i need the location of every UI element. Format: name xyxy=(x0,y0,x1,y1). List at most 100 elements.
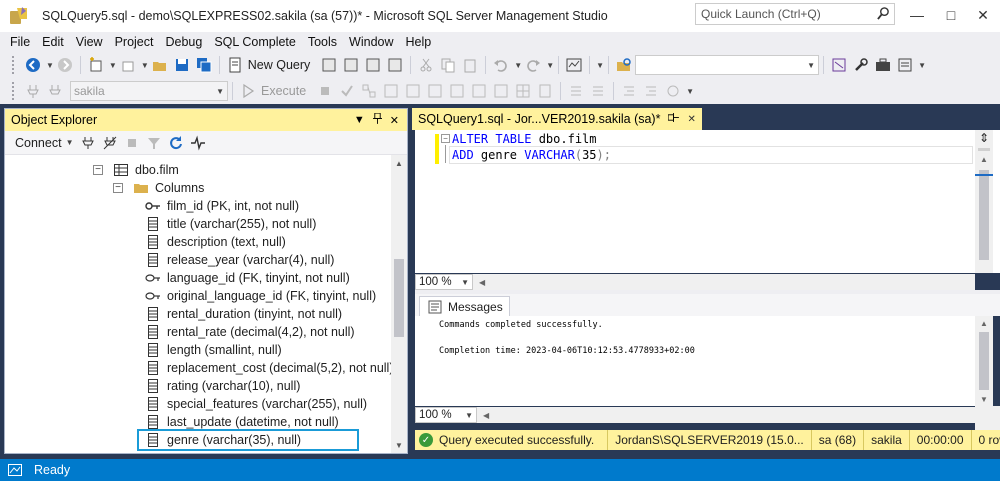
close-icon[interactable]: ✕ xyxy=(390,114,399,127)
messages-pane[interactable]: Commands completed successfully. Complet… xyxy=(415,316,975,406)
tree-node-column[interactable]: rating (varchar(10), null) xyxy=(145,377,300,395)
tree-node-table[interactable]: − dbo.film xyxy=(93,161,179,179)
tree-node-column[interactable]: film_id (PK, int, not null) xyxy=(145,197,299,215)
close-icon[interactable]: ✕ xyxy=(687,114,695,125)
disconnect-icon[interactable] xyxy=(101,134,119,152)
cut-icon[interactable] xyxy=(417,56,435,74)
back-icon[interactable] xyxy=(24,56,42,74)
decrease-indent-icon[interactable] xyxy=(620,82,638,100)
uncomment-icon[interactable] xyxy=(589,82,607,100)
find-in-files-icon[interactable] xyxy=(615,56,633,74)
query-options-icon[interactable] xyxy=(382,82,400,100)
menu-edit[interactable]: Edit xyxy=(36,35,70,49)
comment-out-icon[interactable] xyxy=(567,82,585,100)
results-zoom-combo[interactable]: 100 % ▼ xyxy=(415,407,477,423)
quick-launch-input[interactable]: Quick Launch (Ctrl+Q) xyxy=(695,3,895,25)
activity-monitor-icon[interactable] xyxy=(565,56,583,74)
tools-icon[interactable] xyxy=(852,56,870,74)
save-all-icon[interactable] xyxy=(195,56,213,74)
refresh-icon[interactable] xyxy=(167,134,185,152)
pin-icon[interactable] xyxy=(668,113,680,125)
menu-project[interactable]: Project xyxy=(109,35,160,49)
new-query-button[interactable]: New Query xyxy=(248,58,311,72)
menu-debug[interactable]: Debug xyxy=(159,35,208,49)
scroll-down-icon[interactable]: ▼ xyxy=(975,392,993,406)
forward-icon[interactable] xyxy=(56,56,74,74)
scroll-left-icon[interactable]: ◀ xyxy=(479,278,485,287)
split-window-icon[interactable]: ⇕ xyxy=(975,130,993,146)
fold-icon[interactable]: − xyxy=(441,134,450,143)
tree-node-column[interactable]: genre (varchar(35), null) xyxy=(137,429,359,451)
tab-messages[interactable]: Messages xyxy=(419,296,510,316)
scrollbar-thumb[interactable] xyxy=(979,170,989,260)
tree-node-column[interactable]: language_id (FK, tinyint, not null) xyxy=(145,269,350,287)
scroll-up-icon[interactable]: ▲ xyxy=(975,153,993,165)
new-project-icon[interactable] xyxy=(87,56,105,74)
execute-icon[interactable] xyxy=(239,82,257,100)
results-to-file-icon[interactable] xyxy=(536,82,554,100)
collapse-icon[interactable]: − xyxy=(113,183,123,193)
pin-icon[interactable] xyxy=(372,112,382,127)
back-dropdown-icon[interactable]: ▼ xyxy=(46,61,54,70)
toolbar-overflow-icon[interactable]: ▼ xyxy=(596,61,604,70)
xmla-query-icon[interactable] xyxy=(364,56,382,74)
connect-icon[interactable] xyxy=(24,82,42,100)
scroll-up-icon[interactable]: ▲ xyxy=(391,155,407,171)
new-project-dropdown-icon[interactable]: ▼ xyxy=(109,61,117,70)
add-item-icon[interactable] xyxy=(119,56,137,74)
connect-dropdown-icon[interactable]: ▼ xyxy=(66,138,74,147)
live-query-stats-icon[interactable] xyxy=(448,82,466,100)
customize-dropdown-icon[interactable]: ▼ xyxy=(918,61,926,70)
filter-icon[interactable] xyxy=(145,134,163,152)
splitter-handle[interactable] xyxy=(978,148,990,151)
editor-scrollbar[interactable]: ⇕ ▲ xyxy=(975,130,993,273)
tree-node-column[interactable]: description (text, null) xyxy=(145,233,286,251)
solution-configuration-combo[interactable]: ▼ xyxy=(635,55,820,75)
tree-node-columns-folder[interactable]: − Columns xyxy=(113,179,204,197)
scroll-left-icon[interactable]: ◀ xyxy=(483,411,489,420)
toolbar-grip[interactable] xyxy=(12,82,16,100)
change-connection-icon[interactable] xyxy=(46,82,64,100)
toolbar-grip[interactable] xyxy=(12,56,16,74)
increase-indent-icon[interactable] xyxy=(642,82,660,100)
dax-query-icon[interactable] xyxy=(386,56,404,74)
tree-node-column[interactable]: rental_duration (tinyint, not null) xyxy=(145,305,342,323)
toolbar2-overflow-icon[interactable]: ▼ xyxy=(686,87,694,96)
connect-plug-icon[interactable] xyxy=(79,134,97,152)
parse-icon[interactable] xyxy=(338,82,356,100)
tree-node-column[interactable]: title (varchar(255), not null) xyxy=(145,215,316,233)
menu-view[interactable]: View xyxy=(70,35,109,49)
tree-node-column[interactable]: length (smallint, null) xyxy=(145,341,282,359)
toolbox-icon[interactable] xyxy=(874,56,892,74)
menu-sql-complete[interactable]: SQL Complete xyxy=(208,35,302,49)
tree-node-column[interactable]: replacement_cost (decimal(5,2), not null… xyxy=(145,359,394,377)
messages-scrollbar[interactable]: ▲ ▼ xyxy=(975,316,993,406)
undo-icon[interactable] xyxy=(492,56,510,74)
display-estimated-plan-icon[interactable] xyxy=(360,82,378,100)
menu-window[interactable]: Window xyxy=(343,35,399,49)
database-selector[interactable]: sakila ▼ xyxy=(70,81,228,101)
new-query-icon[interactable] xyxy=(226,56,244,74)
scroll-down-icon[interactable]: ▼ xyxy=(391,437,407,453)
undo-dropdown-icon[interactable]: ▼ xyxy=(514,61,522,70)
save-icon[interactable] xyxy=(173,56,191,74)
editor-zoom-combo[interactable]: 100 % ▼ xyxy=(415,274,473,290)
menu-help[interactable]: Help xyxy=(400,35,438,49)
client-statistics-icon[interactable] xyxy=(470,82,488,100)
intellisense-icon[interactable] xyxy=(404,82,422,100)
scroll-up-icon[interactable]: ▲ xyxy=(975,316,993,330)
template-explorer-icon[interactable] xyxy=(830,56,848,74)
open-file-icon[interactable] xyxy=(151,56,169,74)
stop-icon[interactable] xyxy=(123,134,141,152)
maximize-button[interactable]: □ xyxy=(934,0,968,30)
mdx-query-icon[interactable] xyxy=(320,56,338,74)
menu-file[interactable]: File xyxy=(4,35,36,49)
dmx-query-icon[interactable] xyxy=(342,56,360,74)
close-button[interactable]: ✕ xyxy=(966,0,1000,30)
tree-node-column[interactable]: release_year (varchar(4), null) xyxy=(145,251,334,269)
tree-node-column[interactable]: original_language_id (FK, tinyint, null) xyxy=(145,287,376,305)
object-explorer-scrollbar[interactable]: ▲ ▼ xyxy=(391,155,407,453)
scrollbar-thumb[interactable] xyxy=(394,259,404,337)
activity-monitor-icon[interactable] xyxy=(189,134,207,152)
connect-button[interactable]: Connect xyxy=(15,136,62,150)
